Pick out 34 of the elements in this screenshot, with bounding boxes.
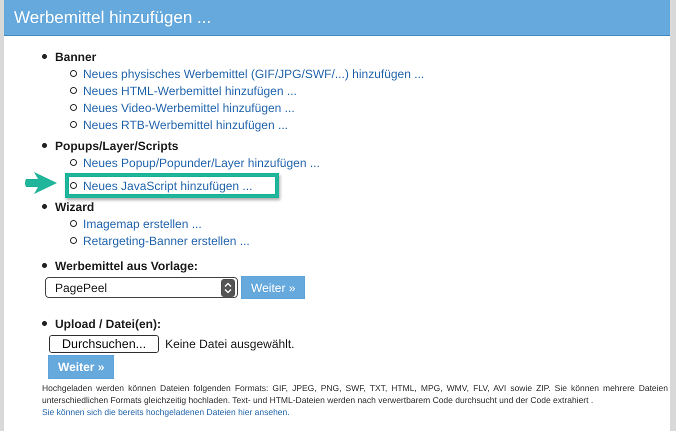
link[interactable]: Neues JavaScript hinzufügen ...: [83, 176, 252, 194]
bullet-icon: [70, 87, 77, 94]
bullet-icon: [70, 104, 77, 111]
bullet-icon: [42, 54, 47, 59]
link[interactable]: Neues HTML-Werbemittel hinzufügen ...: [83, 82, 297, 100]
bullet-icon: [42, 263, 47, 268]
link[interactable]: Neues physisches Werbemittel (GIF/JPG/SWF/...) hinzufügen ...: [83, 64, 424, 82]
link[interactable]: Imagemap erstellen ...: [83, 214, 202, 232]
page-title: Werbemittel hinzufügen ...: [14, 6, 212, 29]
section-title: Upload / Datei(en):: [55, 316, 162, 332]
bullet-icon: [42, 143, 47, 148]
arrow-icon: [24, 171, 58, 195]
link[interactable]: Neues Video-Werbemittel hinzufügen ...: [83, 98, 295, 116]
bullet-icon: [70, 237, 77, 244]
bullet-icon: [70, 159, 77, 166]
browse-button[interactable]: Durchsuchen...: [49, 335, 160, 353]
bullet-icon: [70, 182, 77, 189]
bullet-icon: [70, 121, 77, 128]
uploaded-files-link[interactable]: Sie können sich die bereits hochgeladenen Dateien hier ansehen.: [42, 406, 668, 418]
section-title: Wizard: [55, 198, 94, 216]
bullet-icon: [70, 70, 77, 77]
chevron-icon: [221, 278, 235, 296]
template-select[interactable]: PagePeel: [45, 277, 238, 298]
file-status: Keine Datei ausgewählt.: [165, 336, 294, 353]
bullet-icon: [42, 204, 47, 209]
bullet-icon: [70, 220, 77, 227]
link[interactable]: Retargeting-Banner erstellen ...: [83, 232, 250, 250]
link[interactable]: Neues RTB-Werbemittel hinzufügen ...: [83, 116, 288, 134]
bullet-icon: [42, 321, 47, 326]
section-title: Popups/Layer/Scripts: [55, 138, 178, 154]
section-title: Werbemittel aus Vorlage:: [55, 258, 198, 274]
link[interactable]: Neues Popup/Popunder/Layer hinzufügen ...: [83, 154, 320, 172]
section-title: Banner: [55, 48, 96, 66]
upload-info-text: Hochgeladen werden können Dateien folgenden Formats: GIF, JPEG, PNG, SWF, TXT, HTML, MPG, WMV, FLV, AVI sowie ZIP. Sie können mehrere Dateien unterschiedlichen Formats gleichzeitig hochladen. Text- und HTML-Dateien werden nach verwertbarem Code durchsucht und der Code extrahiert . Sie können sich die bereits hochgeladenen Dateien hier ansehen.: [41, 382, 669, 418]
